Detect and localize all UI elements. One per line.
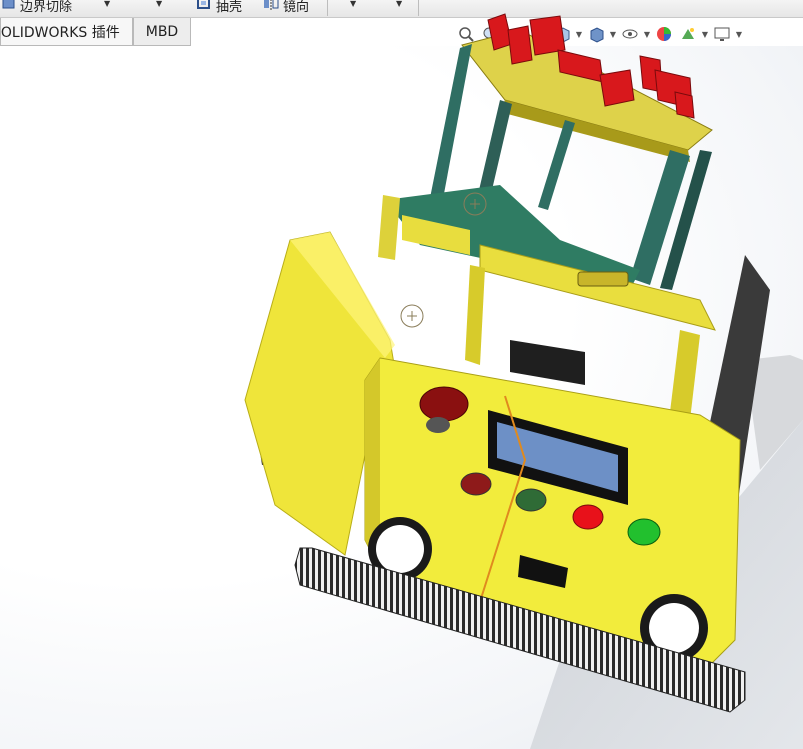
button-red: [572, 504, 604, 530]
frame-post: [538, 120, 575, 210]
emergency-stop-button: [419, 386, 469, 422]
emergency-stop-base: [426, 417, 450, 433]
wheel-front-left-hub: [376, 525, 424, 573]
wheel-front-right-hub: [649, 603, 699, 653]
dark-block: [510, 340, 585, 385]
button-dark-red: [460, 472, 492, 496]
upper-housing-leg: [465, 265, 485, 365]
handle-slot: [577, 271, 629, 287]
upper-housing-leg: [670, 330, 700, 420]
yellow-bracket: [378, 195, 400, 260]
button-dark-green: [515, 488, 547, 512]
button-green: [627, 518, 661, 546]
robot-vehicle-model[interactable]: [0, 0, 803, 749]
